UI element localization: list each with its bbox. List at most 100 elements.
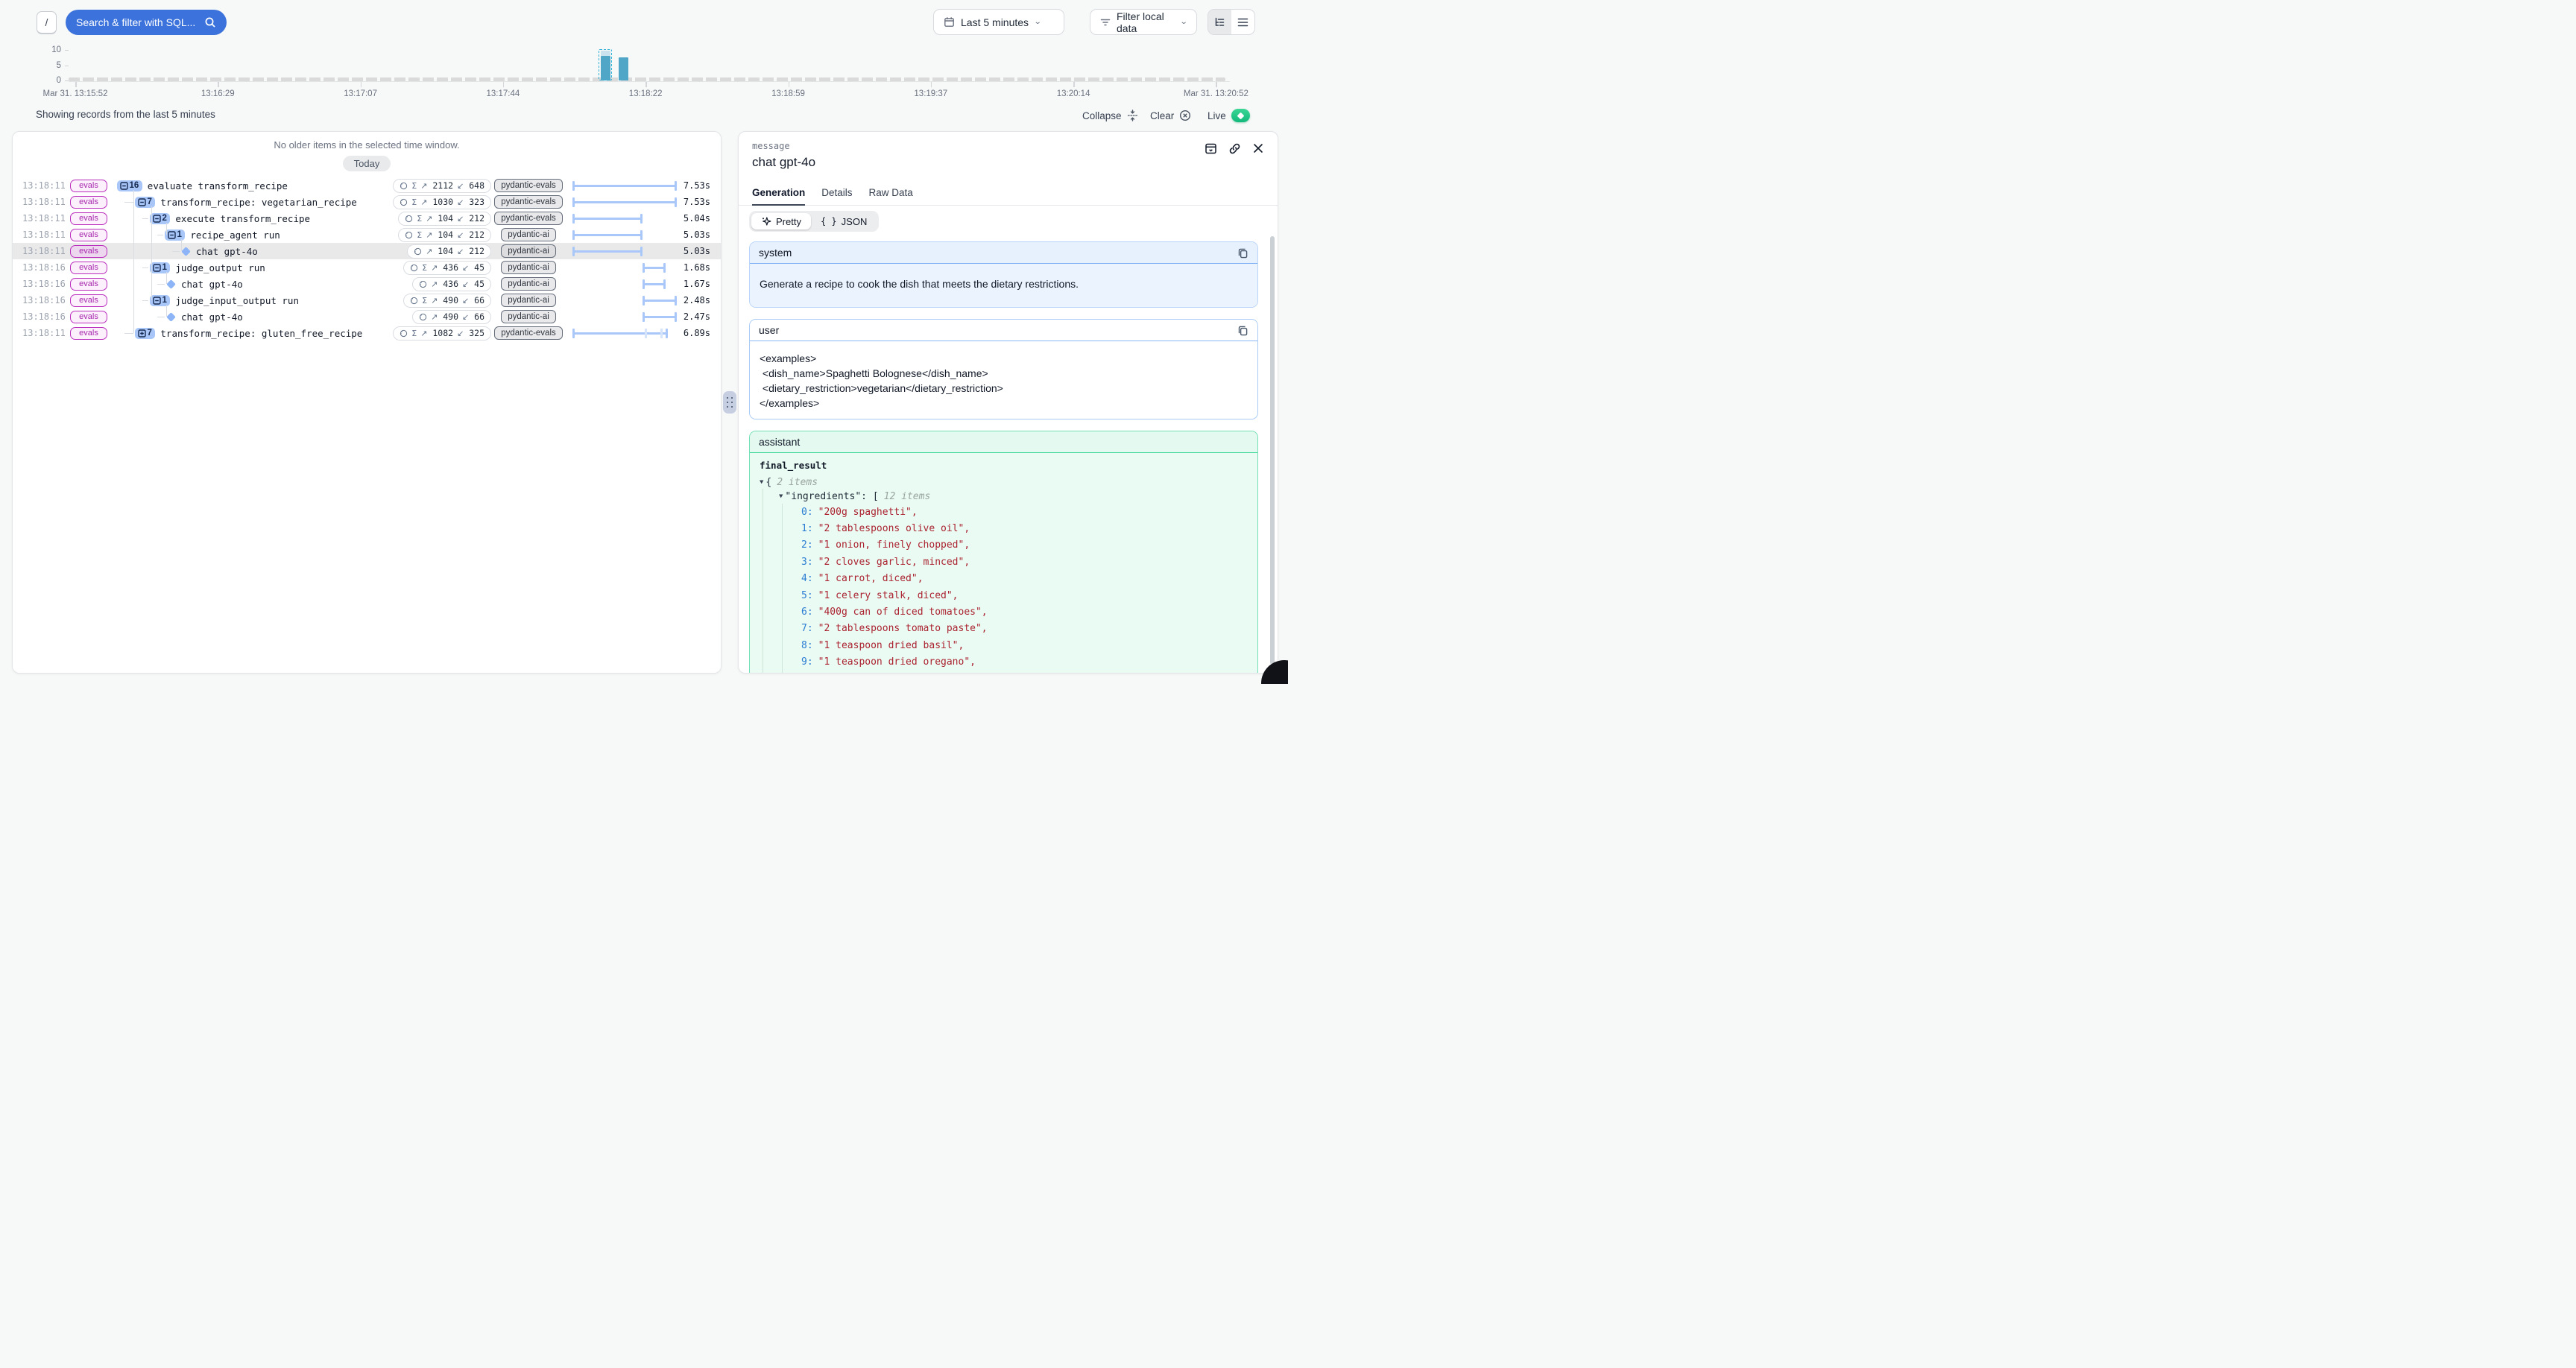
- user-message-content: <examples> <dish_name>Spaghetti Bolognes…: [750, 341, 1257, 419]
- span-duration: 5.03s: [666, 229, 713, 240]
- close-icon[interactable]: [1252, 142, 1264, 155]
- expander-badge[interactable]: 1: [165, 229, 185, 241]
- final-result-label: final_result: [760, 460, 1248, 471]
- chevron-down-icon[interactable]: ▼: [760, 479, 763, 486]
- time-range-button[interactable]: Last 5 minutes ⌄: [933, 9, 1064, 35]
- trace-row[interactable]: 13:18:11evalschat gpt-4o↗ 104↙ 212pydant…: [13, 243, 721, 259]
- sigma-icon: Σ: [417, 214, 422, 224]
- tab-details[interactable]: Details: [821, 187, 852, 205]
- sigma-icon: Σ: [411, 329, 417, 338]
- evals-tag[interactable]: evals: [70, 180, 107, 192]
- evals-tag[interactable]: evals: [70, 212, 107, 225]
- scope-chip: pydantic-ai: [501, 244, 556, 258]
- row-timestamp: 13:18:16: [13, 279, 60, 289]
- evals-tag[interactable]: evals: [70, 327, 107, 340]
- system-message-content: Generate a recipe to cook the dish that …: [750, 264, 1257, 307]
- today-pill[interactable]: Today: [343, 156, 391, 171]
- pretty-toggle[interactable]: Pretty: [751, 213, 811, 229]
- record-kind-label: message: [752, 141, 1264, 151]
- coin-icon: [400, 329, 408, 338]
- expander-badge[interactable]: 16: [117, 180, 142, 191]
- dock-panel-icon[interactable]: [1205, 142, 1217, 155]
- scope-chip: pydantic-evals: [494, 179, 563, 192]
- row-timestamp: 13:18:11: [13, 246, 60, 256]
- json-line: 5:"1 celery stalk, diced",: [760, 587, 1248, 604]
- expander-badge[interactable]: 7: [135, 197, 155, 208]
- sigma-icon: Σ: [422, 263, 427, 273]
- scope-chip: pydantic-ai: [501, 277, 556, 291]
- time-range-label: Last 5 minutes: [961, 16, 1029, 28]
- filter-local-data-button[interactable]: Filter local data ⌄: [1090, 9, 1197, 35]
- detail-scrollbar[interactable]: [1270, 236, 1275, 665]
- collapse-square-minus-icon: [153, 297, 161, 305]
- scope-chip: pydantic-ai: [501, 310, 556, 323]
- search-placeholder: Search & filter with SQL...: [76, 16, 204, 28]
- x-axis-tick-label: 13:17:07: [344, 89, 377, 98]
- tab-raw-data[interactable]: Raw Data: [869, 187, 913, 205]
- collapse-square-minus-icon: [138, 198, 146, 206]
- evals-tag[interactable]: evals: [70, 262, 107, 274]
- x-axis-tick-label: Mar 31. 13:15:52: [43, 89, 108, 98]
- x-axis-line: [69, 81, 1230, 82]
- panel-resize-grip[interactable]: [723, 391, 736, 414]
- clear-label: Clear: [1150, 110, 1174, 121]
- token-metrics-chip: Σ↗ 104↙ 212: [398, 212, 491, 226]
- copy-icon[interactable]: [1237, 247, 1248, 259]
- row-timestamp: 13:18:16: [13, 311, 60, 322]
- histogram-bar[interactable]: [619, 57, 628, 80]
- live-toggle[interactable]: Live: [1208, 107, 1250, 124]
- logfire-live-view: / Search & filter with SQL... Last 5 min…: [0, 0, 1288, 684]
- collapse-square-minus-icon: [153, 264, 161, 272]
- arrow-down-left-icon: ↙: [457, 214, 464, 224]
- expander-badge[interactable]: 1: [150, 295, 170, 306]
- row-timestamp: 13:18:16: [13, 262, 60, 273]
- arrow-down-left-icon: ↙: [462, 279, 469, 289]
- showing-records-text: Showing records from the last 5 minutes: [36, 109, 215, 120]
- expander-badge[interactable]: 7: [135, 328, 155, 339]
- trace-row[interactable]: 13:18:11evals7transform_recipe: vegetari…: [13, 194, 721, 210]
- coin-icon: [419, 280, 427, 288]
- trace-row[interactable]: 13:18:16evals1judge_output runΣ↗ 436↙ 45…: [13, 259, 721, 276]
- tree-guide-line: [166, 223, 167, 235]
- evals-tag[interactable]: evals: [70, 196, 107, 209]
- trace-row[interactable]: 13:18:11evals7transform_recipe: gluten_f…: [13, 325, 721, 341]
- expander-badge[interactable]: 1: [150, 262, 170, 273]
- token-metrics-chip: Σ↗ 1082↙ 325: [393, 326, 491, 341]
- coin-icon: [400, 182, 408, 190]
- trace-row[interactable]: 13:18:11evals2execute transform_recipeΣ↗…: [13, 210, 721, 227]
- expander-badge[interactable]: 2: [150, 213, 170, 224]
- token-metrics-chip: Σ↗ 436↙ 45: [403, 261, 491, 275]
- tree-view-icon[interactable]: [1208, 10, 1231, 34]
- trace-row[interactable]: 13:18:16evalschat gpt-4o↗ 490↙ 66pydanti…: [13, 308, 721, 325]
- token-metrics-chip: ↗ 436↙ 45: [412, 277, 491, 291]
- evals-tag[interactable]: evals: [70, 229, 107, 241]
- json-toggle[interactable]: { } JSON: [811, 213, 877, 229]
- trace-row[interactable]: 13:18:11evals1recipe_agent runΣ↗ 104↙ 21…: [13, 227, 721, 243]
- evals-tag[interactable]: evals: [70, 278, 107, 291]
- trace-row[interactable]: 13:18:16evals1judge_input_output runΣ↗ 4…: [13, 292, 721, 308]
- tree-guide-line: [181, 239, 182, 251]
- arrow-up-right-icon: ↗: [426, 247, 432, 256]
- collapse-button[interactable]: Collapse: [1082, 107, 1138, 124]
- evals-tag[interactable]: evals: [70, 294, 107, 307]
- coin-icon: [414, 247, 422, 256]
- evals-tag[interactable]: evals: [70, 311, 107, 323]
- trace-row[interactable]: 13:18:16evalschat gpt-4o↗ 436↙ 45pydanti…: [13, 276, 721, 292]
- list-view-icon[interactable]: [1231, 10, 1254, 34]
- search-input[interactable]: Search & filter with SQL...: [66, 10, 227, 35]
- token-metrics-chip: ↗ 104↙ 212: [407, 244, 491, 259]
- evals-tag[interactable]: evals: [70, 245, 107, 258]
- clear-button[interactable]: Clear: [1150, 107, 1191, 124]
- span-duration: 1.67s: [666, 279, 713, 289]
- copy-link-icon[interactable]: [1228, 142, 1241, 155]
- chevron-down-icon: ⌄: [1179, 18, 1187, 26]
- json-line: 4:"1 carrot, diced",: [760, 571, 1248, 587]
- tab-generation[interactable]: Generation: [752, 187, 805, 206]
- detail-tabs: Generation Details Raw Data: [739, 187, 1278, 206]
- chevron-down-icon[interactable]: ▼: [779, 493, 783, 500]
- filter-icon: [1100, 17, 1111, 28]
- x-axis-tick-label: 13:19:37: [914, 89, 947, 98]
- copy-icon[interactable]: [1237, 325, 1248, 336]
- arrow-down-left-icon: ↙: [457, 230, 464, 240]
- trace-row[interactable]: 13:18:11evals16evaluate transform_recipe…: [13, 177, 721, 194]
